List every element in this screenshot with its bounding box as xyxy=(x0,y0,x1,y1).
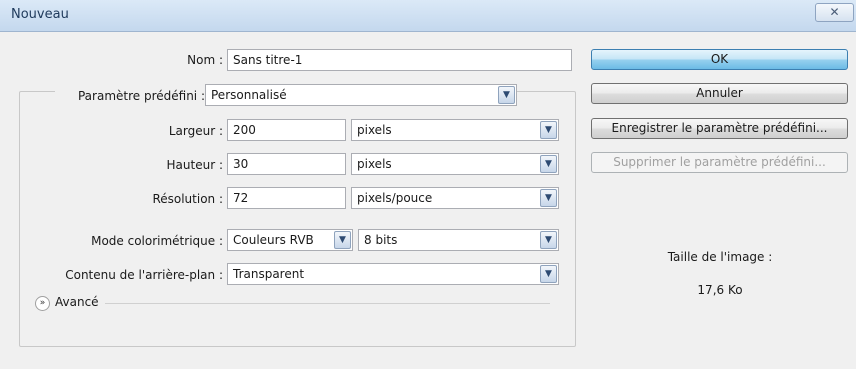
resolution-label: Résolution : xyxy=(152,192,223,206)
preset-value: Personnalisé xyxy=(211,88,287,102)
chevron-down-icon[interactable]: ▼ xyxy=(334,231,351,249)
title-bar: Nouveau ✕ xyxy=(0,0,856,32)
name-input[interactable]: Sans titre-1 xyxy=(227,49,572,71)
chevron-down-icon[interactable]: ▼ xyxy=(540,189,557,207)
chevron-down-icon[interactable]: ▼ xyxy=(540,121,557,139)
advanced-toggle[interactable]: Avancé xyxy=(55,295,99,309)
color-mode-label: Mode colorimétrique : xyxy=(91,234,223,248)
height-unit-value: pixels xyxy=(357,157,392,171)
color-mode-select[interactable]: Couleurs RVB ▼ xyxy=(227,229,353,251)
height-input[interactable]: 30 xyxy=(227,153,346,175)
bit-depth-value: 8 bits xyxy=(364,233,398,247)
width-unit-value: pixels xyxy=(357,123,392,137)
height-unit-select[interactable]: pixels ▼ xyxy=(351,153,559,175)
preset-select[interactable]: Personnalisé ▼ xyxy=(205,84,517,106)
color-mode-value: Couleurs RVB xyxy=(233,233,314,247)
width-label: Largeur : xyxy=(168,124,223,138)
background-label: Contenu de l'arrière-plan : xyxy=(65,268,223,282)
preset-label: Paramètre prédéfini : xyxy=(55,89,205,103)
delete-preset-button[interactable]: Supprimer le paramètre prédéfini... xyxy=(591,152,848,173)
name-label: Nom : xyxy=(187,53,223,67)
image-size-value: 17,6 Ko xyxy=(697,283,743,297)
bit-depth-select[interactable]: 8 bits ▼ xyxy=(358,229,559,251)
ok-button[interactable]: OK xyxy=(591,49,848,70)
resolution-input[interactable]: 72 xyxy=(227,187,346,209)
height-label: Hauteur : xyxy=(166,158,223,172)
image-size-label: Taille de l'image : xyxy=(667,250,773,264)
chevron-down-icon[interactable]: ▼ xyxy=(498,86,515,104)
width-input[interactable]: 200 xyxy=(227,119,346,141)
save-preset-button[interactable]: Enregistrer le paramètre prédéfini... xyxy=(591,118,848,139)
chevron-down-icon[interactable]: ▼ xyxy=(540,265,557,283)
width-unit-select[interactable]: pixels ▼ xyxy=(351,119,559,141)
resolution-unit-value: pixels/pouce xyxy=(357,191,433,205)
advanced-divider xyxy=(105,303,550,304)
close-button[interactable]: ✕ xyxy=(815,3,854,22)
window-title: Nouveau xyxy=(11,7,69,22)
resolution-unit-select[interactable]: pixels/pouce ▼ xyxy=(351,187,559,209)
chevron-down-icon[interactable]: ▼ xyxy=(540,231,557,249)
background-select[interactable]: Transparent ▼ xyxy=(227,263,559,285)
background-value: Transparent xyxy=(233,267,305,281)
chevron-down-icon[interactable]: ▼ xyxy=(540,155,557,173)
double-chevron-down-icon[interactable]: » xyxy=(35,296,50,311)
cancel-button[interactable]: Annuler xyxy=(591,83,848,104)
